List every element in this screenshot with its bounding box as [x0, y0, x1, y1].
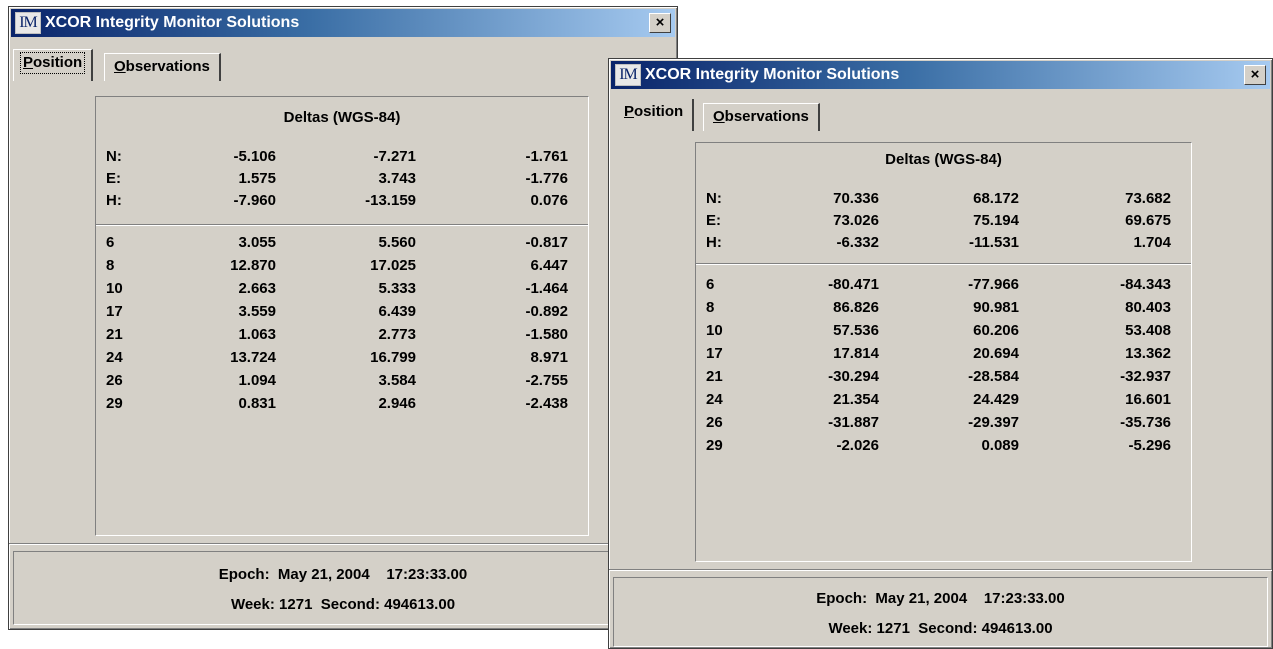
week-line: Week: 1271 Second: 494613.00: [828, 620, 1053, 637]
divider: [96, 224, 588, 226]
footer-divider: [609, 569, 1272, 571]
satellite-row: 6 -80.471 -77.966 -84.343: [706, 276, 1171, 293]
title-bar[interactable]: IM XCOR Integrity Monitor Solutions ×: [11, 9, 675, 37]
satellite-row: 29 0.831 2.946 -2.438: [106, 395, 568, 412]
delta-row-h: H: -7.960 -13.159 0.076: [106, 192, 568, 209]
satellite-row: 10 57.536 60.206 53.408: [706, 322, 1171, 339]
delta-row-n: N: -5.106 -7.271 -1.761: [106, 148, 568, 165]
deltas-panel: Deltas (WGS-84) N: 70.336 68.172 73.682 …: [695, 142, 1192, 562]
satellite-row: 24 13.724 16.799 8.971: [106, 349, 568, 366]
delta-row-h: H: -6.332 -11.531 1.704: [706, 234, 1171, 251]
close-button[interactable]: ×: [649, 13, 671, 33]
tab-observations[interactable]: Observations: [104, 53, 221, 81]
title-bar[interactable]: IM XCOR Integrity Monitor Solutions ×: [611, 61, 1270, 89]
deltas-title: Deltas (WGS-84): [283, 109, 401, 126]
app-logo-icon: IM: [15, 12, 41, 34]
satellite-row: 8 86.826 90.981 80.403: [706, 299, 1171, 316]
epoch-footer: Epoch: May 21, 2004 17:23:33.00 Week: 12…: [613, 577, 1268, 647]
satellite-row: 21 -30.294 -28.584 -32.937: [706, 368, 1171, 385]
footer-divider: [9, 543, 677, 545]
monitor-window-1: IM XCOR Integrity Monitor Solutions × Po…: [8, 6, 678, 630]
divider: [696, 263, 1191, 265]
monitor-window-2: IM XCOR Integrity Monitor Solutions × Po…: [608, 58, 1273, 649]
deltas-title: Deltas (WGS-84): [885, 151, 1002, 168]
epoch-line: Epoch: May 21, 2004 17:23:33.00: [816, 590, 1065, 607]
delta-row-e: E: 73.026 75.194 69.675: [706, 212, 1171, 229]
satellite-row: 21 1.063 2.773 -1.580: [106, 326, 568, 343]
satellite-row: 17 17.814 20.694 13.362: [706, 345, 1171, 362]
satellite-row: 26 1.094 3.584 -2.755: [106, 372, 568, 389]
week-line: Week: 1271 Second: 494613.00: [230, 596, 456, 613]
window-title: XCOR Integrity Monitor Solutions: [45, 14, 300, 31]
window-title: XCOR Integrity Monitor Solutions: [645, 66, 900, 83]
satellite-row: 17 3.559 6.439 -0.892: [106, 303, 568, 320]
satellite-row: 26 -31.887 -29.397 -35.736: [706, 414, 1171, 431]
epoch-line: Epoch: May 21, 2004 17:23:33.00: [218, 566, 468, 583]
satellite-row: 8 12.870 17.025 6.447: [106, 257, 568, 274]
epoch-footer: Epoch: May 21, 2004 17:23:33.00 Week: 12…: [13, 551, 673, 625]
satellite-row: 29 -2.026 0.089 -5.296: [706, 437, 1171, 454]
app-logo-icon: IM: [615, 64, 641, 86]
satellite-row: 6 3.055 5.560 -0.817: [106, 234, 568, 251]
satellite-row: 10 2.663 5.333 -1.464: [106, 280, 568, 297]
close-button[interactable]: ×: [1244, 65, 1266, 85]
row-label: N:: [106, 148, 122, 165]
deltas-panel: Deltas (WGS-84) N: -5.106 -7.271 -1.761 …: [95, 96, 589, 536]
satellite-row: 24 21.354 24.429 16.601: [706, 391, 1171, 408]
tab-position[interactable]: Position: [615, 99, 695, 131]
delta-row-e: E: 1.575 3.743 -1.776: [106, 170, 568, 187]
delta-row-n: N: 70.336 68.172 73.682: [706, 190, 1171, 207]
tab-position[interactable]: Position: [13, 49, 94, 81]
tab-observations[interactable]: Observations: [703, 103, 820, 131]
